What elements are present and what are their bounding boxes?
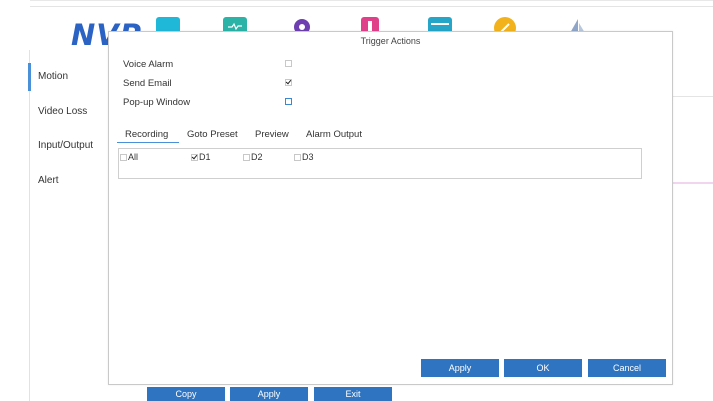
channel-all-checkbox[interactable] (120, 154, 127, 161)
tab-preview[interactable]: Preview (255, 129, 289, 140)
background-apply-button[interactable]: Apply (230, 387, 308, 401)
channel-all[interactable]: All (120, 152, 138, 162)
channel-d2-checkbox[interactable] (243, 154, 250, 161)
trigger-actions-dialog: Trigger Actions Voice Alarm Send Email P… (108, 31, 673, 385)
send-email-label: Send Email (123, 78, 172, 89)
tab-alarm-output[interactable]: Alarm Output (306, 129, 362, 140)
active-indicator (28, 63, 31, 91)
sidebar: Motion Video Loss Input/Output Alert (28, 50, 108, 401)
active-tab-underline (117, 142, 179, 143)
channel-d2-label: D2 (251, 152, 263, 162)
send-email-checkbox[interactable] (285, 79, 292, 86)
apply-button[interactable]: Apply (421, 359, 499, 377)
sidebar-item-input-output[interactable]: Input/Output (38, 140, 93, 151)
tab-recording[interactable]: Recording (125, 129, 168, 140)
channel-list: All D1 D2 D3 (118, 148, 642, 179)
channel-all-label: All (128, 152, 139, 162)
sidebar-item-motion[interactable]: Motion (38, 71, 68, 82)
voice-alarm-label: Voice Alarm (123, 59, 174, 70)
channel-d1[interactable]: D1 (191, 152, 211, 162)
content-divider (673, 96, 713, 97)
copy-button[interactable]: Copy (147, 387, 225, 401)
voice-alarm-checkbox[interactable] (285, 60, 292, 67)
popup-window-checkbox[interactable] (285, 98, 292, 105)
channel-d3-checkbox[interactable] (294, 154, 301, 161)
channel-d3[interactable]: D3 (294, 152, 314, 162)
popup-window-label: Pop-up Window (123, 97, 191, 108)
content-highlight-line (673, 182, 713, 184)
sidebar-item-alert[interactable]: Alert (38, 175, 59, 186)
channel-d3-label: D3 (302, 152, 314, 162)
ok-button[interactable]: OK (504, 359, 582, 377)
dialog-title: Trigger Actions (360, 36, 421, 46)
exit-button[interactable]: Exit (314, 387, 392, 401)
channel-d1-label: D1 (199, 152, 211, 162)
channel-d2[interactable]: D2 (243, 152, 263, 162)
sidebar-item-video-loss[interactable]: Video Loss (38, 106, 87, 117)
channel-d1-checkbox[interactable] (191, 154, 198, 161)
top-divider (30, 6, 713, 7)
cancel-button[interactable]: Cancel (588, 359, 666, 377)
tab-goto-preset[interactable]: Goto Preset (187, 129, 238, 140)
